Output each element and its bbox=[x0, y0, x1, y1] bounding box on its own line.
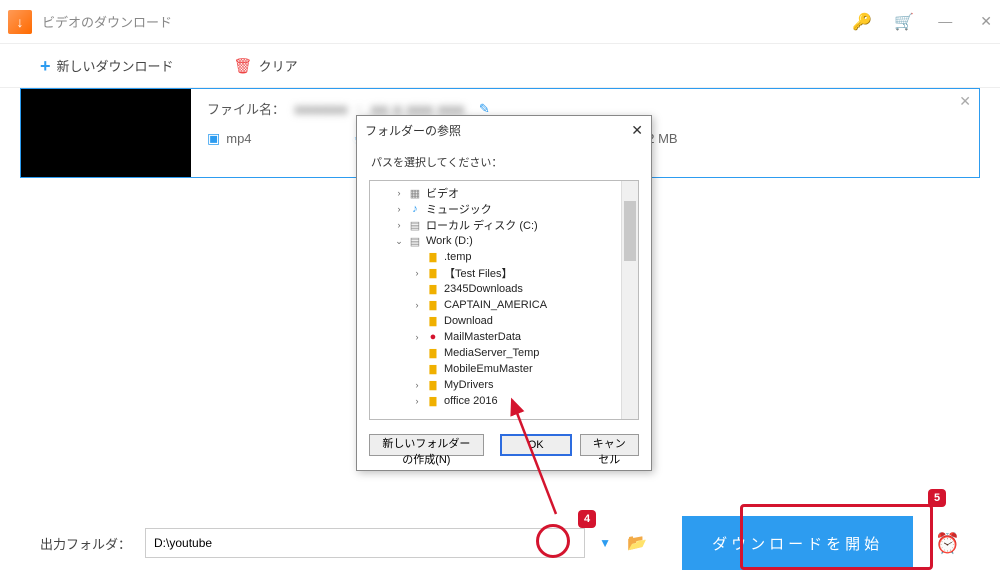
new-download-button[interactable]: + 新しいダウンロード bbox=[40, 56, 174, 75]
tree-node[interactable]: ▇ MediaServer_Temp bbox=[370, 345, 638, 361]
tree-node-label: Download bbox=[444, 315, 493, 327]
output-folder-label: 出力フォルダ： bbox=[40, 534, 131, 553]
expand-icon[interactable]: › bbox=[394, 188, 404, 198]
dialog-scrollbar[interactable] bbox=[621, 181, 638, 419]
format-value: mp4 bbox=[226, 131, 251, 146]
minimize-button[interactable]: — bbox=[938, 13, 952, 30]
start-download-button[interactable]: ダウンロードを開始 bbox=[682, 516, 913, 570]
tree-node-label: ローカル ディスク (C:) bbox=[426, 217, 538, 233]
format-icon: ▣ bbox=[207, 130, 220, 147]
folder-tree[interactable]: › ▦ ビデオ › ♪ ミュージック › ▤ ローカル ディスク (C:) ⌄ ▤ Work (D:)… bbox=[370, 181, 638, 413]
tree-node-label: CAPTAIN_AMERICA bbox=[444, 299, 547, 311]
expand-icon[interactable]: › bbox=[412, 268, 422, 278]
clear-button[interactable]: 🗑 クリア bbox=[234, 56, 298, 75]
bottom-bar: 出力フォルダ： ▼ 📂 ダウンロードを開始 ⏰ bbox=[0, 516, 1000, 570]
expand-icon[interactable]: › bbox=[412, 300, 422, 310]
tree-node[interactable]: ▇ 2345Downloads bbox=[370, 281, 638, 297]
schedule-icon[interactable]: ⏰ bbox=[935, 531, 960, 556]
cancel-button[interactable]: キャンセル bbox=[580, 434, 639, 456]
dialog-title: フォルダーの参照 bbox=[365, 122, 461, 139]
remove-item-icon[interactable]: ✕ bbox=[959, 93, 971, 110]
folder-browse-dialog: フォルダーの参照 ✕ パスを選択してください： › ▦ ビデオ › ♪ ミュージック › ▤ ロ… bbox=[356, 115, 652, 471]
folder-icon: ▇ bbox=[426, 284, 440, 295]
expand-icon[interactable]: ⌄ bbox=[394, 236, 404, 247]
dialog-instruction: パスを選択してください： bbox=[357, 144, 651, 176]
folder-icon: ♪ bbox=[408, 203, 422, 215]
tree-node[interactable]: › ▇ office 2016 bbox=[370, 393, 638, 409]
key-icon[interactable]: 🔑 bbox=[852, 12, 872, 32]
folder-icon: ▇ bbox=[426, 268, 440, 279]
expand-icon[interactable]: › bbox=[394, 204, 404, 214]
tree-node-label: 2345Downloads bbox=[444, 283, 523, 295]
tree-node[interactable]: › ▤ ローカル ディスク (C:) bbox=[370, 217, 638, 233]
folder-icon: ▦ bbox=[408, 187, 422, 200]
browse-folder-icon[interactable]: 📂 bbox=[625, 531, 649, 555]
folder-icon: ▇ bbox=[426, 348, 440, 359]
annotation-badge-5: 5 bbox=[928, 489, 946, 507]
tree-node[interactable]: ▇ MobileEmuMaster bbox=[370, 361, 638, 377]
tree-node-label: ミュージック bbox=[426, 201, 492, 217]
dialog-close-icon[interactable]: ✕ bbox=[631, 122, 643, 139]
path-dropdown-icon[interactable]: ▼ bbox=[593, 531, 617, 555]
tree-node-label: MyDrivers bbox=[444, 379, 494, 391]
tree-node-label: MediaServer_Temp bbox=[444, 347, 539, 359]
folder-icon: ▇ bbox=[426, 380, 440, 391]
plus-icon: + bbox=[40, 57, 51, 75]
tree-node[interactable]: ⌄ ▤ Work (D:) bbox=[370, 233, 638, 249]
titlebar: ↓ ビデオのダウンロード 🔑 🛒 — ✕ bbox=[0, 0, 1000, 44]
tree-node[interactable]: › ♪ ミュージック bbox=[370, 201, 638, 217]
tree-node-label: .temp bbox=[444, 251, 472, 263]
trash-icon: 🗑 bbox=[234, 57, 253, 75]
video-thumbnail bbox=[21, 89, 191, 177]
ok-button[interactable]: OK bbox=[500, 434, 572, 456]
folder-icon: ▇ bbox=[426, 316, 440, 327]
tree-node[interactable]: › ▇ MyDrivers bbox=[370, 377, 638, 393]
cart-icon[interactable]: 🛒 bbox=[894, 12, 914, 32]
toolbar: + 新しいダウンロード 🗑 クリア bbox=[0, 44, 1000, 88]
expand-icon[interactable]: › bbox=[394, 220, 404, 230]
folder-icon: ▇ bbox=[426, 364, 440, 375]
folder-icon: ▤ bbox=[408, 219, 422, 232]
tree-node-label: 【Test Files】 bbox=[444, 265, 512, 281]
new-folder-button[interactable]: 新しいフォルダーの作成(N) bbox=[369, 434, 484, 456]
tree-node-label: MailMasterData bbox=[444, 331, 521, 343]
folder-icon: ▇ bbox=[426, 252, 440, 263]
tree-node[interactable]: ▇ .temp bbox=[370, 249, 638, 265]
expand-icon[interactable]: › bbox=[412, 380, 422, 390]
app-logo-icon: ↓ bbox=[8, 10, 32, 34]
tree-node[interactable]: › ● MailMasterData bbox=[370, 329, 638, 345]
expand-icon[interactable]: › bbox=[412, 332, 422, 342]
tree-node-label: ビデオ bbox=[426, 185, 459, 201]
folder-icon: ▇ bbox=[426, 396, 440, 407]
clear-label: クリア bbox=[259, 56, 298, 75]
tree-node-label: MobileEmuMaster bbox=[444, 363, 533, 375]
output-path-input[interactable] bbox=[145, 528, 585, 558]
expand-icon[interactable]: › bbox=[412, 396, 422, 406]
tree-node[interactable]: ▇ Download bbox=[370, 313, 638, 329]
app-title: ビデオのダウンロード bbox=[42, 12, 852, 31]
tree-node[interactable]: › ▇ 【Test Files】 bbox=[370, 265, 638, 281]
folder-icon: ● bbox=[426, 331, 440, 343]
folder-icon: ▤ bbox=[408, 235, 422, 248]
filename-label: ファイル名： bbox=[207, 99, 285, 118]
folder-icon: ▇ bbox=[426, 300, 440, 311]
tree-node[interactable]: › ▇ CAPTAIN_AMERICA bbox=[370, 297, 638, 313]
close-button[interactable]: ✕ bbox=[980, 13, 992, 30]
new-download-label: 新しいダウンロード bbox=[57, 56, 174, 75]
tree-node-label: Work (D:) bbox=[426, 235, 473, 247]
tree-node[interactable]: › ▦ ビデオ bbox=[370, 185, 638, 201]
tree-node-label: office 2016 bbox=[444, 395, 498, 407]
